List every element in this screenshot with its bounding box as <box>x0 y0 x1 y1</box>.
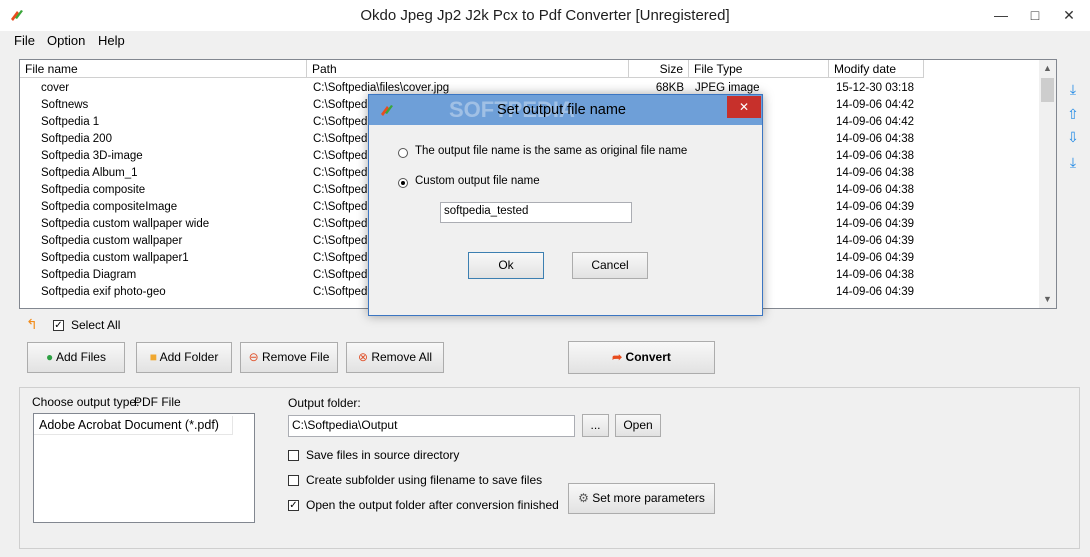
add-icon: ● <box>46 350 54 364</box>
option-same-radio[interactable] <box>398 145 408 159</box>
save-in-source-checkbox[interactable] <box>288 448 299 462</box>
maximize-button[interactable]: □ <box>1018 0 1052 31</box>
open-after-checkbox[interactable]: ✓ <box>288 498 299 512</box>
menu-file[interactable]: File <box>14 33 35 48</box>
remove-icon: ⊖ <box>248 350 259 364</box>
option-same-label: The output file name is the same as orig… <box>415 145 688 157</box>
browse-button[interactable]: ... <box>582 414 609 437</box>
move-top-icon[interactable]: ⤓ <box>1065 80 1081 98</box>
open-folder-button[interactable]: Open <box>615 414 661 437</box>
row-file-name: Softpedia Album_1 <box>41 167 138 179</box>
row-file-name: Softpedia 1 <box>41 116 100 128</box>
scroll-thumb[interactable] <box>1041 78 1054 102</box>
column-size[interactable]: Size <box>629 60 689 78</box>
row-file-name: cover <box>41 82 70 94</box>
save-in-source-label: Save files in source directory <box>306 448 460 462</box>
row-modify-date: 14-09-06 04:39 <box>836 252 915 264</box>
row-file-name: Softpedia custom wallpaper1 <box>41 252 189 264</box>
option-custom-label: Custom output file name <box>415 175 540 187</box>
row-modify-date: 14-09-06 04:38 <box>836 150 915 162</box>
remove-all-button[interactable]: ⊗ Remove All <box>346 342 444 373</box>
add-folder-button[interactable]: ■ Add Folder <box>136 342 232 373</box>
menu-option[interactable]: Option <box>47 33 85 48</box>
add-files-button[interactable]: ● Add Files <box>27 342 125 373</box>
folder-icon: ■ <box>149 350 157 364</box>
row-modify-date: 14-09-06 04:39 <box>836 218 915 230</box>
set-output-filename-dialog: SOFTPEDIA Set output file name ✕ The out… <box>368 94 763 316</box>
row-modify-date: 14-09-06 04:38 <box>836 167 915 179</box>
output-folder-input[interactable]: C:\Softpedia\Output <box>288 415 575 437</box>
output-type-label: Choose output type: <box>32 395 140 409</box>
remove-file-button[interactable]: ⊖ Remove File <box>240 342 338 373</box>
scroll-up-icon[interactable]: ▲ <box>1039 60 1056 77</box>
row-file-name: Softpedia custom wallpaper <box>41 235 183 247</box>
dialog-cancel-button[interactable]: Cancel <box>572 252 648 279</box>
column-file-type[interactable]: File Type <box>689 60 829 78</box>
dialog-close-button[interactable]: ✕ <box>727 96 761 118</box>
row-file-name: Softpedia exif photo-geo <box>41 286 166 298</box>
row-modify-date: 14-09-06 04:42 <box>836 116 915 128</box>
dialog-title: Set output file name <box>497 102 626 118</box>
output-type-option-pdf[interactable]: Adobe Acrobat Document (*.pdf) <box>34 416 233 435</box>
custom-filename-input[interactable]: softpedia_tested <box>440 202 632 223</box>
select-all-label: Select All <box>71 318 121 332</box>
list-scrollbar[interactable]: ▲ ▼ <box>1039 60 1056 308</box>
row-file-name: Softpedia composite <box>41 184 146 196</box>
close-window-button[interactable]: ✕ <box>1052 0 1086 31</box>
output-folder-label: Output folder: <box>288 396 361 410</box>
scroll-down-icon[interactable]: ▼ <box>1039 291 1056 308</box>
row-modify-date: 14-09-06 04:39 <box>836 286 915 298</box>
dialog-ok-button[interactable]: Ok <box>468 252 544 279</box>
dialog-app-icon <box>381 105 393 116</box>
window-title: Okdo Jpeg Jp2 J2k Pcx to Pdf Converter [… <box>360 7 730 24</box>
column-file-name[interactable]: File name <box>20 60 307 78</box>
row-modify-date: 14-09-06 04:38 <box>836 133 915 145</box>
move-up-icon[interactable]: ⇧ <box>1065 105 1081 123</box>
column-path[interactable]: Path <box>307 60 629 78</box>
convert-button[interactable]: ➦ Convert <box>568 341 715 374</box>
up-folder-icon[interactable]: ↰ <box>26 316 38 333</box>
select-all-checkbox[interactable]: ✓ <box>53 318 64 332</box>
create-subfolder-checkbox[interactable] <box>288 473 299 487</box>
row-modify-date: 14-09-06 04:38 <box>836 184 915 196</box>
row-modify-date: 14-09-06 04:38 <box>836 269 915 281</box>
set-more-parameters-button[interactable]: ⚙ Set more parameters <box>568 483 715 514</box>
option-custom-radio[interactable] <box>398 175 408 189</box>
menu-bar <box>0 31 1090 51</box>
remove-all-icon: ⊗ <box>357 350 368 364</box>
menu-help[interactable]: Help <box>98 33 125 48</box>
move-bottom-icon[interactable]: ⤓ <box>1065 153 1081 171</box>
gear-icon: ⚙ <box>578 491 589 505</box>
row-modify-date: 15-12-30 03:18 <box>836 82 915 94</box>
row-modify-date: 14-09-06 04:42 <box>836 99 915 111</box>
row-file-name: Softpedia compositeImage <box>41 201 178 213</box>
row-file-name: Softpedia custom wallpaper wide <box>41 218 210 230</box>
row-file-name: Softpedia 200 <box>41 133 112 145</box>
output-type-value: PDF File <box>134 395 181 409</box>
row-modify-date: 14-09-06 04:39 <box>836 201 915 213</box>
minimize-button[interactable]: — <box>984 0 1018 31</box>
row-modify-date: 14-09-06 04:39 <box>836 235 915 247</box>
create-subfolder-label: Create subfolder using filename to save … <box>306 473 543 487</box>
convert-icon: ➦ <box>612 350 623 364</box>
row-file-name: Softpedia Diagram <box>41 269 137 281</box>
row-file-name: Softnews <box>41 99 89 111</box>
move-down-icon[interactable]: ⇩ <box>1065 128 1081 146</box>
open-after-label: Open the output folder after conversion … <box>306 498 559 512</box>
output-type-list[interactable]: Adobe Acrobat Document (*.pdf) <box>33 413 255 523</box>
column-modify-date[interactable]: Modify date <box>829 60 924 78</box>
row-file-name: Softpedia 3D-image <box>41 150 143 162</box>
